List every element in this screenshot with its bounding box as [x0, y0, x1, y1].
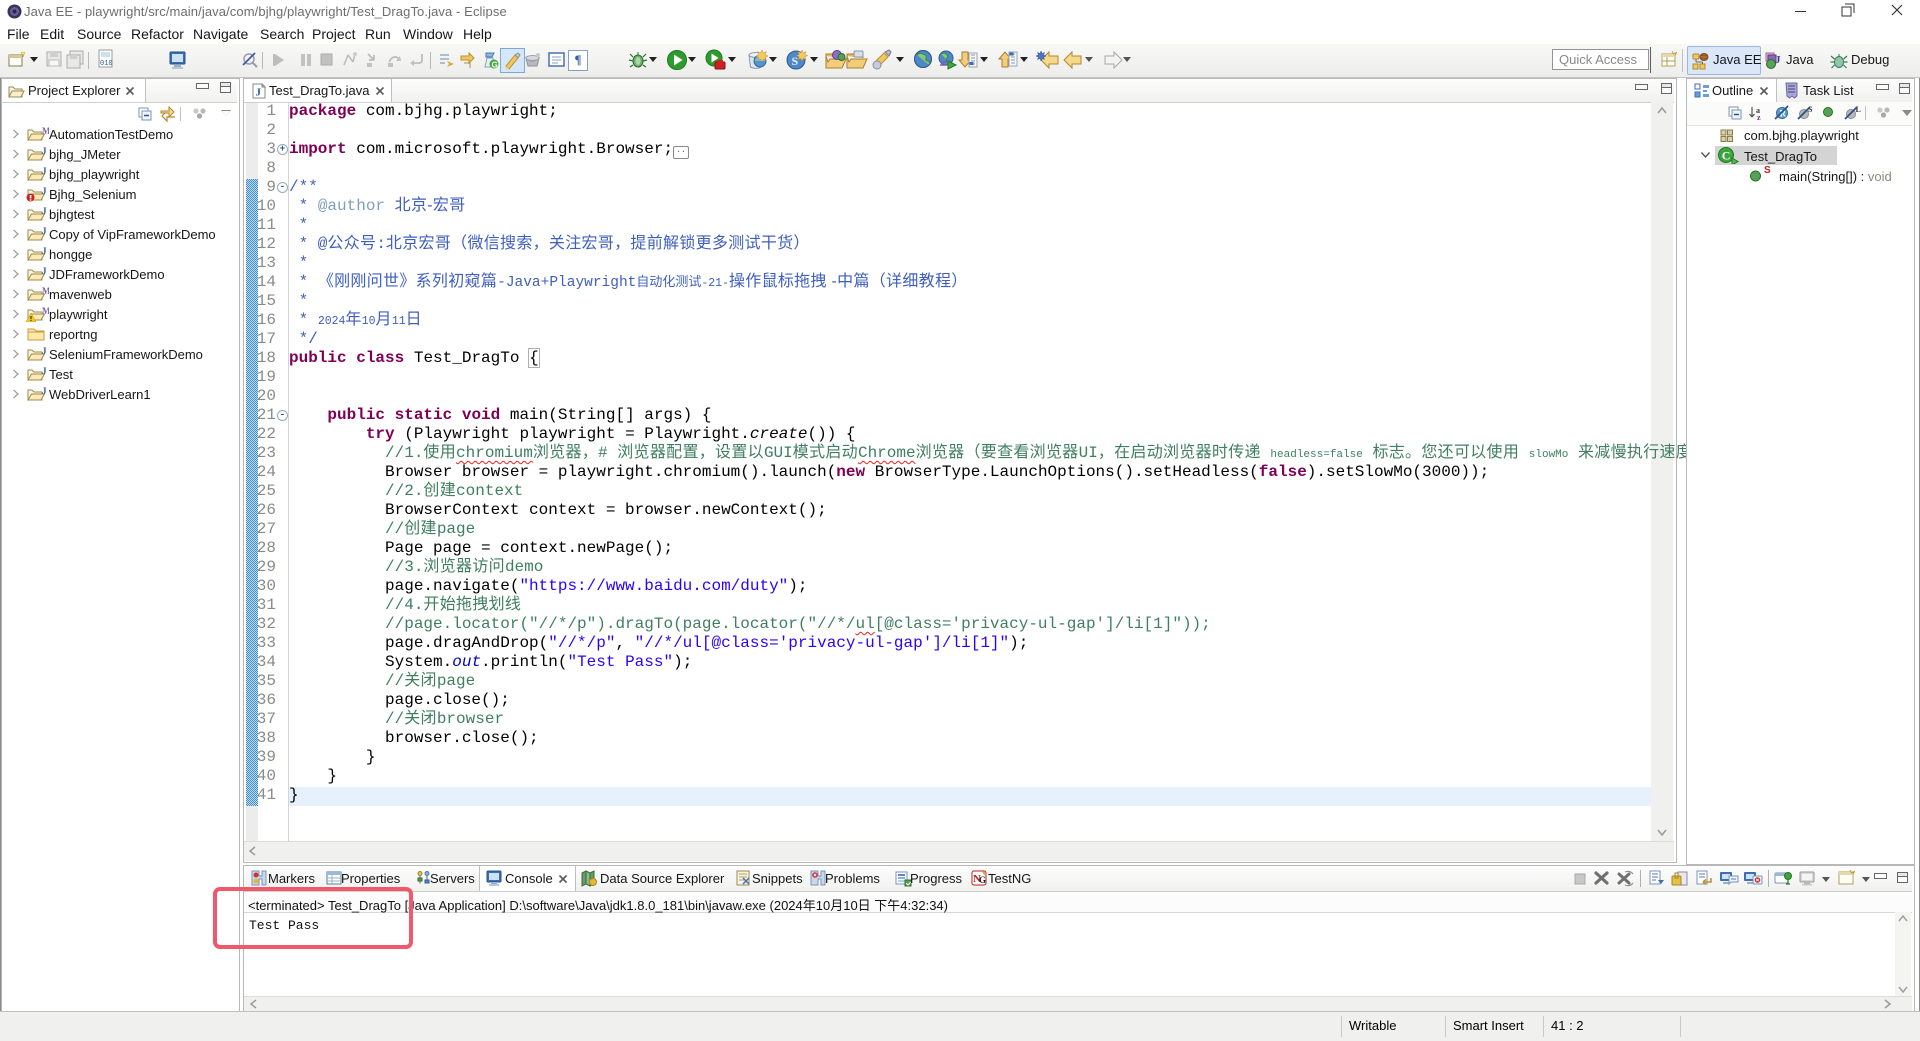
svg-text:J: J [42, 226, 47, 236]
svg-text:G: G [979, 875, 986, 885]
svg-text:J: J [42, 386, 47, 396]
svg-text:J: J [256, 87, 262, 99]
svg-text:J: J [42, 206, 47, 216]
svg-text:L: L [1856, 105, 1861, 114]
svg-text:J: J [42, 146, 47, 156]
svg-text:J: J [42, 186, 47, 196]
svg-text:J: J [42, 266, 47, 276]
svg-text:010: 010 [100, 60, 113, 68]
svg-text:M: M [42, 286, 49, 296]
svg-text:J: J [42, 166, 47, 176]
svg-text:J: J [42, 346, 47, 356]
svg-text:G: G [492, 61, 498, 70]
svg-text:z: z [1757, 113, 1761, 121]
svg-text:C: C [1722, 149, 1731, 163]
svg-text:J: J [1775, 54, 1781, 66]
svg-text:M: M [42, 306, 49, 316]
svg-text:M: M [42, 126, 49, 136]
svg-text:J: J [42, 246, 47, 256]
svg-text:J: J [42, 366, 47, 376]
